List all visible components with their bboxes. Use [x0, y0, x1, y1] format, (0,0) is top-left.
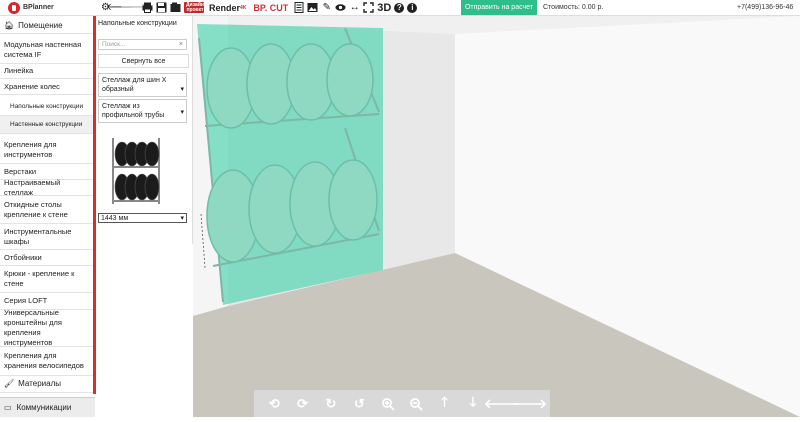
catalog-panel: Напольные конструкции Поиск... × Свернут…: [96, 16, 193, 244]
top-toolbar: BPlanner ⚙ 🡐 🡒 Дизайн проект Render 4K BP…: [0, 0, 800, 16]
3d-viewport[interactable]: [193, 16, 800, 417]
sidebar-item-communications[interactable]: ▭ Коммуникации: [0, 397, 95, 417]
home-icon: 🏠︎: [4, 20, 15, 30]
sidebar-item-hooks[interactable]: Крюки - крепление к стене: [0, 266, 93, 293]
sidebar-item-wheel-storage[interactable]: Хранение колес: [0, 79, 93, 95]
info-icon[interactable]: i: [407, 2, 418, 13]
fullscreen-icon[interactable]: [363, 2, 374, 13]
sidebar-item-custom-rack[interactable]: Настраиваемый стеллаж: [0, 178, 93, 197]
dropdown-x-rack-label: Стеллаж для шин X образный: [102, 77, 167, 93]
product-thumbnail[interactable]: [106, 136, 166, 206]
chevron-down-icon: ▾: [180, 86, 184, 93]
view-controls: ⟲ ⟳ ↻ ↺ 🡑 🡓 🡐 🡒: [254, 390, 550, 417]
size-select-value: 1443 мм: [101, 214, 129, 222]
dropdown-profile-rack-label: Стеллаж из профильной трубы: [102, 103, 165, 119]
zoom-in-icon[interactable]: [379, 395, 397, 413]
image-icon[interactable]: [307, 2, 318, 13]
logo-text: BPlanner: [23, 4, 54, 11]
sidebar-item-room[interactable]: 🏠︎ Помещение: [0, 18, 93, 34]
rotate-up-icon[interactable]: ↻: [322, 395, 340, 413]
arrow-down-icon[interactable]: 🡓: [464, 394, 482, 413]
search-placeholder: Поиск...: [102, 41, 126, 48]
chevron-down-icon: ▾: [180, 215, 184, 222]
clear-search-icon[interactable]: ×: [179, 41, 183, 48]
dropdown-profile-rack[interactable]: Стеллаж из профильной трубы ▾: [98, 99, 187, 123]
sidebar-item-ruler[interactable]: Линейка: [0, 64, 93, 79]
sidebar-item-if-system[interactable]: Модульная настенная система IF: [0, 36, 93, 64]
sidebar-item-bike-storage[interactable]: Крепления для хранения велосипедов: [0, 347, 93, 376]
send-for-calculation-button[interactable]: Отправить на расчет: [461, 0, 537, 15]
eye-icon[interactable]: [335, 2, 346, 13]
render-button[interactable]: Render 4K: [207, 2, 248, 13]
sidebar-item-bumpers[interactable]: Отбойники: [0, 250, 93, 266]
sidebar-item-tool-cabinets[interactable]: Инструментальные шкафы: [0, 224, 93, 250]
rotate-right-icon[interactable]: ⟳: [294, 395, 312, 413]
plug-icon: ▭: [4, 403, 12, 412]
panel-title: Напольные конструкции: [98, 20, 177, 27]
cut-button[interactable]: BP. CUT: [251, 2, 290, 13]
rotate-left-icon[interactable]: ⟲: [265, 395, 283, 413]
sidebar-item-materials[interactable]: 🖌︎ Материалы: [0, 376, 93, 393]
logo-icon: [8, 1, 20, 14]
arrow-up-icon[interactable]: 🡑: [436, 394, 454, 413]
help-icon[interactable]: ?: [394, 2, 405, 13]
sidebar-item-tool-mounts[interactable]: Крепления для инструментов: [0, 137, 93, 164]
communications-label: Коммуникации: [16, 403, 72, 412]
materials-label: Материалы: [18, 379, 61, 388]
sidebar-room-label: Помещение: [18, 20, 63, 30]
sidebar-item-wall-constructions[interactable]: Настенные конструкции: [0, 116, 93, 134]
app-logo[interactable]: BPlanner: [8, 1, 54, 14]
cost-display: Стоимость: 0.00 р.: [543, 4, 604, 11]
sidebar-item-universal-brackets[interactable]: Универсальные кронштейны для крепления и…: [0, 308, 93, 347]
resize-icon[interactable]: ↔: [349, 2, 360, 13]
arrow-right-icon[interactable]: 🡒: [512, 395, 547, 413]
dropdown-x-rack[interactable]: Стеллаж для шин X образный ▾: [98, 73, 187, 97]
chevron-down-icon: ▾: [180, 109, 184, 116]
design-project-badge[interactable]: Дизайн проект: [184, 2, 204, 13]
paint-roller-icon: 🖌︎: [4, 379, 15, 388]
category-sidebar: 🏠︎ Помещение Модульная настенная система…: [0, 16, 95, 417]
print-icon[interactable]: [142, 2, 153, 13]
arrow-left-icon[interactable]: 🡐: [484, 395, 519, 413]
redo-icon[interactable]: 🡒: [120, 2, 147, 13]
render-label: Render: [209, 2, 241, 13]
size-select[interactable]: 1443 мм ▾: [98, 213, 187, 223]
sidebar-item-folding-tables[interactable]: Откидные столы крепление к стене: [0, 196, 93, 224]
search-input[interactable]: Поиск... ×: [98, 39, 187, 50]
open-icon[interactable]: [170, 2, 181, 13]
sidebar-item-floor-constructions[interactable]: Напольные конструкции: [0, 98, 93, 116]
phone-number: +7(499)136-96-46: [737, 4, 794, 11]
zoom-out-icon[interactable]: [407, 395, 425, 413]
doc-icon[interactable]: [293, 2, 304, 13]
view-3d-button[interactable]: 3D: [377, 2, 391, 14]
save-icon[interactable]: [156, 2, 167, 13]
pencil-icon[interactable]: ✎: [321, 2, 332, 13]
rotate-down-icon[interactable]: ↺: [350, 395, 368, 413]
collapse-all-button[interactable]: Свернуть все: [98, 54, 189, 68]
